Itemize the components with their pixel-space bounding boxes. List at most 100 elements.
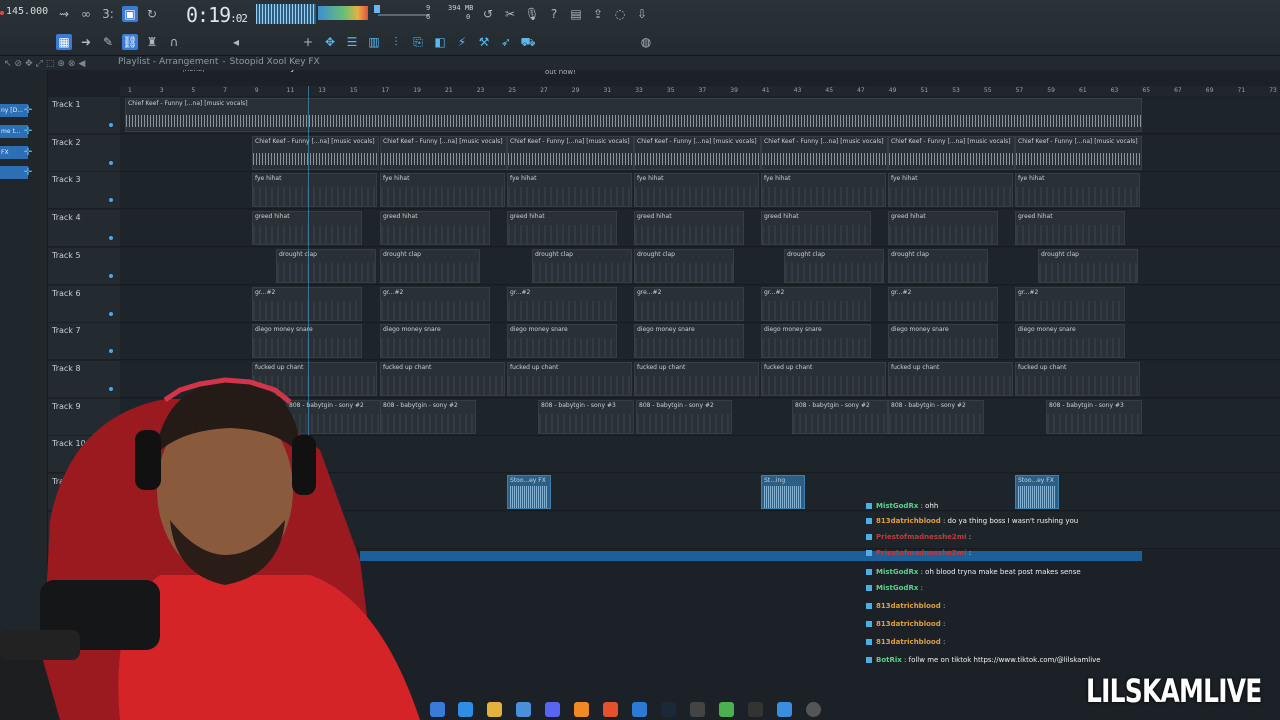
playlist-clip[interactable]: fye hihat	[1015, 173, 1140, 208]
play-icon[interactable]	[806, 702, 821, 717]
playlist-clip[interactable]: diego money snare	[252, 324, 362, 359]
timeline-ruler[interactable]: 1 3 5 7 9 11 13 15 17 19 21 23 25 27 29 31 33 35 37 39 41 43 4…	[120, 86, 1280, 96]
brave-icon[interactable]	[603, 702, 618, 717]
track-mute-icon[interactable]	[109, 123, 113, 127]
playlist-clip[interactable]: diego money snare	[761, 324, 871, 359]
slider-knob[interactable]	[374, 5, 380, 13]
track-lane[interactable]: diego money snare diego money snare diego …	[120, 323, 1280, 361]
playlist-clip[interactable]: diego money snare	[1015, 324, 1125, 359]
playlist-clip[interactable]: greed hihat	[380, 211, 490, 246]
time-display[interactable]: 0:19:02	[186, 3, 248, 27]
playlist-clip[interactable]: gr...#2	[507, 286, 617, 321]
draw-tool-icon[interactable]: ✎	[100, 34, 116, 50]
playlist-clip[interactable]: 808 - babytgin - sony #3	[538, 399, 634, 434]
game-icon[interactable]	[719, 702, 734, 717]
track-lane[interactable]: fye hihat fye hihat fye hihat fye hihat fye …	[120, 172, 1280, 210]
track-mute-icon[interactable]	[109, 160, 113, 165]
record-mode-icon[interactable]: ▣	[122, 6, 138, 22]
master-pitch-slider[interactable]	[378, 14, 430, 16]
playlist-clip[interactable]: fye hihat	[761, 173, 886, 208]
undo-icon[interactable]: ↺	[480, 6, 496, 22]
playlist-clip[interactable]: fucked up chant	[888, 361, 1013, 396]
add-icon[interactable]: ✛	[22, 146, 34, 159]
playlist-clip[interactable]: drought clap	[784, 248, 884, 283]
edge-icon[interactable]	[458, 702, 473, 717]
playlist-clip[interactable]: 808 - babytgin - sony #2	[636, 399, 732, 434]
playlist-mode-icon[interactable]: ▦	[56, 34, 72, 50]
track-header[interactable]: Track 5	[48, 247, 120, 285]
snap-icon[interactable]: ⇝	[56, 6, 72, 22]
step-edit-icon[interactable]: 3:	[100, 6, 116, 22]
add-icon[interactable]: ✛	[22, 166, 34, 179]
playlist-clip[interactable]: gr...#2	[761, 286, 871, 321]
playlist-clip[interactable]: fucked up chant	[634, 361, 759, 396]
playlist-clip[interactable]: diego money snare	[507, 324, 617, 359]
playlist-clip[interactable]: drought clap	[634, 248, 734, 283]
playlist-clip[interactable]: 808 - babytgin - sony #3	[1046, 399, 1142, 434]
tools-icon[interactable]: ⚒	[476, 34, 492, 50]
playlist-clip[interactable]: greed hihat	[507, 211, 617, 246]
playlist-clip[interactable]: gr...#2	[252, 286, 362, 321]
playlist-clip[interactable]: drought clap	[1038, 248, 1138, 283]
add-icon[interactable]: ✛	[22, 104, 34, 117]
channel-rack-icon[interactable]: ▥	[366, 34, 382, 50]
track-mute-icon[interactable]	[109, 311, 113, 316]
cart-icon[interactable]: ⛟	[520, 34, 536, 50]
pattern-nav-icon[interactable]: ◂	[228, 34, 244, 50]
mixer-icon[interactable]: ☰	[344, 34, 360, 50]
playlist-clip[interactable]: fye hihat	[380, 173, 505, 208]
app-icon[interactable]	[690, 702, 705, 717]
playlist-clip[interactable]: fye hihat	[252, 173, 377, 208]
arrows-icon[interactable]: ✥	[322, 34, 338, 50]
playlist-clip[interactable]: Chief Keef - Funny [...na] [music vocals…	[761, 135, 888, 170]
playlist-clip[interactable]: diego money snare	[380, 324, 490, 359]
playlist-clip[interactable]: drought clap	[380, 248, 480, 283]
playlist-clip[interactable]: gr...#2	[380, 286, 490, 321]
cut-icon[interactable]: ✂	[502, 6, 518, 22]
photos-icon[interactable]	[777, 702, 792, 717]
playlist-clip[interactable]: Chief Keef - Funny [...na] [music vocals…	[507, 135, 634, 170]
arrow-right-icon[interactable]: ➜	[78, 34, 94, 50]
save-icon[interactable]: ▤	[568, 6, 584, 22]
globe-icon[interactable]: ◍	[638, 34, 654, 50]
playlist-clip[interactable]: Chief Keef - Funny [...na] [music vocals…	[125, 98, 1142, 132]
breadcrumb-current[interactable]: Stoopid Xool Key FX	[230, 57, 320, 67]
playlist-clip[interactable]: Chief Keef - Funny [...na] [music vocals…	[380, 135, 507, 170]
track-lane[interactable]: Chief Keef - Funny [...na] [music vocals…	[120, 97, 1280, 134]
playlist-clip[interactable]: gr...#2	[1015, 286, 1125, 321]
metronome-icon[interactable]: ∞	[78, 6, 94, 22]
playlist-clip[interactable]: 808 - babytgin - sony #2	[888, 399, 984, 434]
discord-icon[interactable]	[545, 702, 560, 717]
4k-icon[interactable]	[748, 702, 763, 717]
browser-icon[interactable]: ⎘	[410, 34, 426, 50]
playlist-clip[interactable]: fye hihat	[507, 173, 632, 208]
breadcrumb-root[interactable]: Playlist - Arrangement	[118, 57, 218, 67]
playlist-clip[interactable]: Chief Keef - Funny [...na] [music vocals…	[634, 135, 761, 170]
fx-clip[interactable]: St...ing	[761, 475, 805, 509]
track-lane[interactable]: drought clap drought clap drought clap drou…	[120, 247, 1280, 285]
track-header[interactable]: Track 7	[48, 323, 120, 361]
chrome-icon[interactable]	[632, 702, 647, 717]
loop-record-icon[interactable]: ↻	[144, 6, 160, 22]
link-icon[interactable]: ⛓	[122, 34, 138, 50]
playlist-clip[interactable]: Chief Keef - Funny [...na] [music vocals…	[888, 135, 1015, 170]
playlist-clip[interactable]: Chief Keef - Funny [...na] [music vocals…	[252, 135, 379, 170]
track-mute-icon[interactable]	[109, 273, 113, 278]
playlist-clip[interactable]: gre...#2	[634, 286, 744, 321]
track-mute-icon[interactable]	[109, 349, 113, 354]
track-lane[interactable]: Chief Keef - Funny [...na] [music vocals…	[120, 134, 1280, 172]
add-pattern-icon[interactable]: +	[300, 34, 316, 50]
help-icon[interactable]: ?	[546, 6, 562, 22]
playlist-clip[interactable]: greed hihat	[761, 211, 871, 246]
playlist-clip[interactable]: fye hihat	[634, 173, 759, 208]
playlist-clip[interactable]: greed hihat	[252, 211, 362, 246]
add-icon[interactable]: ✛	[22, 125, 34, 138]
steam-icon[interactable]	[661, 702, 676, 717]
chat-icon[interactable]: ◌	[612, 6, 628, 22]
playlist-clip[interactable]: diego money snare	[634, 324, 744, 359]
magnet-icon[interactable]: ∩	[166, 34, 182, 50]
search-icon[interactable]	[430, 702, 445, 717]
playlist-clip[interactable]: 808 - babytgin - sony #2	[792, 399, 888, 434]
playlist-clip[interactable]: fucked up chant	[1015, 361, 1140, 396]
track-header[interactable]: Track 2	[48, 134, 120, 172]
